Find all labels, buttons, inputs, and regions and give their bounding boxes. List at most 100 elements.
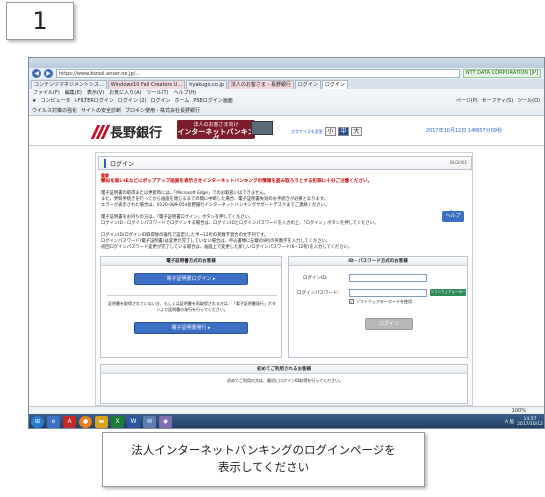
instruction-callout: 法人インターネットバンキングのログインページを 表示してください (102, 432, 425, 487)
login-button[interactable]: ログイン (365, 318, 413, 330)
browser-tab[interactable]: 法人のお客さま - 長野銀行 (227, 80, 294, 89)
id-box-header: ID・パスワード方式のお客様 (289, 257, 467, 266)
input-language[interactable]: A 般 (505, 420, 514, 425)
page-title: ログイン (110, 161, 135, 168)
font-size-large-button[interactable]: 大 (350, 127, 362, 136)
cmd-safety[interactable]: サイトの安全診断 (81, 106, 121, 115)
browser-tab[interactable]: コンテンツマネジメントシス... (31, 80, 107, 89)
window-titlebar (29, 58, 544, 68)
firefox-icon[interactable]: ● (79, 416, 92, 428)
software-keyboard-toggle[interactable]: ソフトウェアキーボードを開く (430, 289, 466, 301)
title-accent (104, 159, 106, 168)
page-title-bar: ログイン BLGI001 (98, 156, 472, 170)
certificate-issue-note: 証明書を取得されていない方、もしくは証明書を再取得される方は、「電子証明書発行」… (108, 301, 276, 312)
help-button[interactable]: ヘルプ (442, 210, 464, 222)
taskbar-clock[interactable]: 14:57 2017/10/12 (517, 417, 543, 427)
page-menu[interactable]: ページ(P) (456, 97, 478, 106)
menu-view[interactable]: 表示(V) (87, 89, 104, 97)
url-text: https://www.bizsol.anser.ne.jp/... (59, 71, 141, 77)
ie-icon[interactable]: e (47, 416, 60, 428)
star-icon: ★ (32, 98, 37, 104)
menu-edit[interactable]: 編集(E) (65, 89, 82, 97)
login-id-input[interactable] (349, 274, 427, 282)
id-password-login-box: ID・パスワード方式のお客様 ログインID: ログインパスワード: ソフトウェア… (288, 256, 468, 358)
forward-arrow-icon[interactable]: ▶ (44, 69, 53, 78)
browser-tab[interactable]: ログイン (294, 80, 321, 89)
menu-bar: ファイル(F) 編集(E) 表示(V) お気に入り(A) ツール(T) ヘルプ(… (29, 89, 544, 97)
menu-tools[interactable]: ツール(T) (147, 89, 169, 97)
fav-pse[interactable]: PSEログイン画面 (193, 97, 232, 106)
tab-strip: コンテンツマネジメントシス... Windows10 Fall Creators… (29, 79, 544, 89)
font-size-medium-button[interactable]: 中 (337, 127, 349, 136)
notice-paragraph: エラーが表示された場合は、0120-089-054長野銀行インターネットバンキン… (101, 203, 330, 208)
command-bar: ウイルス対策の強化 サイトの安全診断 プロキシ使用 - 株式会社長野銀行 (29, 106, 544, 116)
windows-taskbar: ⊞ e A ● ▬ X W ✉ ◆ A 般 14:57 2017/10/12 (29, 414, 544, 428)
certificate-issue-button[interactable]: 電子証明書発行 ▸ (134, 322, 248, 334)
instruction-line2: 表示してください (217, 460, 310, 474)
first-time-user-box: 初めてご利用されるお客様 初めてご利用の方は、最初にログインID取得を行ってくだ… (100, 364, 468, 404)
bank-name: 長野銀行 (110, 126, 163, 141)
login-password-input[interactable] (349, 289, 427, 297)
step-number: 1 (32, 7, 48, 35)
web-page: 長野銀行 法人のお客さま向け インターネットバンキング 文字サイズを変更 小 中… (29, 116, 544, 406)
font-size-label: 文字サイズを変更 (291, 128, 323, 134)
fav-home[interactable]: ホーム (175, 97, 190, 106)
cmd-virus[interactable]: ウイルス対策の強化 (32, 106, 77, 115)
address-bar[interactable]: https://www.bizsol.anser.ne.jp/... (56, 69, 460, 78)
status-bar: 100% (29, 406, 544, 414)
internet-banking-badge: 法人のお客さま向け インターネットバンキング (177, 120, 255, 143)
first-time-note: 初めてご利用の方は、最初にログインID取得を行ってください。 (227, 378, 343, 383)
favorites-bar: ★ コンピュータ i-FILTERログイン ログイン (2) ログイン ホーム … (29, 97, 544, 106)
badge-line2: インターネットバンキング (177, 128, 255, 143)
safety-menu[interactable]: セーフティ(S) (482, 97, 513, 106)
browser-tab[interactable]: hyakugo.co.jp (186, 80, 227, 89)
certificate-login-box: 電子証明書方式のお客様 電子証明書ログイン ▸ 証明書を取得されていない方、もし… (100, 256, 282, 358)
font-size-small-button[interactable]: 小 (324, 127, 336, 136)
start-button-icon[interactable]: ⊞ (31, 416, 44, 428)
menu-favorites[interactable]: お気に入り(A) (109, 89, 141, 97)
login-panel: ログイン BLGI001 重要 類似を装いIEなどにポップアップ画面を表示させイ… (95, 152, 473, 406)
fav-computer[interactable]: コンピュータ (40, 97, 70, 106)
excel-icon[interactable]: X (111, 416, 124, 428)
box-divider (107, 295, 277, 296)
back-arrow-icon[interactable]: ◀ (32, 69, 41, 78)
fav-login[interactable]: ログイン (151, 97, 171, 106)
system-tray: A 般 14:57 2017/10/12 (505, 417, 544, 427)
software-keyboard-checkbox-label: ソフトウェアキーボードを使用 (356, 299, 412, 304)
bank-logo-mark-icon (90, 124, 111, 139)
bank-logo: 長野銀行 (90, 122, 163, 141)
browser-screenshot: ◀ ▶ https://www.bizsol.anser.ne.jp/... N… (28, 57, 545, 429)
certificate-login-button[interactable]: 電子証明書ログイン ▸ (134, 273, 248, 285)
tutorial-slide: 1 ◀ ▶ https://www.bizsol.anser.ne.jp/...… (0, 0, 545, 497)
screen-code: BLGI001 (450, 160, 467, 165)
first-time-box-header: 初めてご利用されるお客様 (101, 365, 467, 374)
address-row: ◀ ▶ https://www.bizsol.anser.ne.jp/... N… (29, 68, 544, 79)
site-identity-badge[interactable]: NTT DATA CORPORATION [JP] (462, 69, 541, 78)
mail-icon[interactable]: ✉ (143, 416, 156, 428)
notice-paragraph: 初回ログインパスワード変更が完了している場合は、画面上で変更した新しいログインパ… (101, 245, 353, 250)
tools-menu[interactable]: ツール(O) (517, 97, 540, 106)
software-keyboard-checkbox[interactable]: ✓ (349, 299, 354, 304)
clock-date: 2017/10/12 (517, 422, 543, 427)
acrobat-icon[interactable]: A (63, 416, 76, 428)
cmd-proxy: プロキシ使用 - 株式会社長野銀行 (125, 108, 201, 114)
step-number-box: 1 (6, 2, 74, 40)
menu-help[interactable]: ヘルプ(H) (173, 89, 196, 97)
fav-ifilter[interactable]: i-FILTERログイン (75, 97, 114, 106)
notice-paragraph: ログインID・ログインパスワードでログインする場合は、ログインIDとログインパス… (101, 221, 379, 226)
certificate-box-header: 電子証明書方式のお客様 (101, 257, 281, 266)
browser-tab[interactable]: Windows10 Fall Creators U... (107, 80, 186, 89)
current-datetime: 2017年10月12日 14時57分09秒 (425, 128, 502, 134)
menu-file[interactable]: ファイル(F) (33, 89, 60, 97)
app-icon[interactable]: ◆ (159, 416, 172, 428)
fav-login2[interactable]: ログイン (2) (118, 97, 147, 106)
word-icon[interactable]: W (127, 416, 140, 428)
login-id-label: ログインID: (303, 276, 328, 281)
instruction-line1: 法人インターネットバンキングのログインページを (131, 443, 396, 457)
bank-header: 長野銀行 法人のお客さま向け インターネットバンキング 文字サイズを変更 小 中… (29, 116, 544, 146)
font-size-switcher: 文字サイズを変更 小 中 大 (291, 127, 362, 136)
folder-icon[interactable]: ▬ (95, 416, 108, 428)
browser-tab-active[interactable]: ログイン (321, 80, 348, 89)
login-password-label: ログインパスワード: (297, 291, 340, 296)
computer-icon (251, 121, 273, 135)
